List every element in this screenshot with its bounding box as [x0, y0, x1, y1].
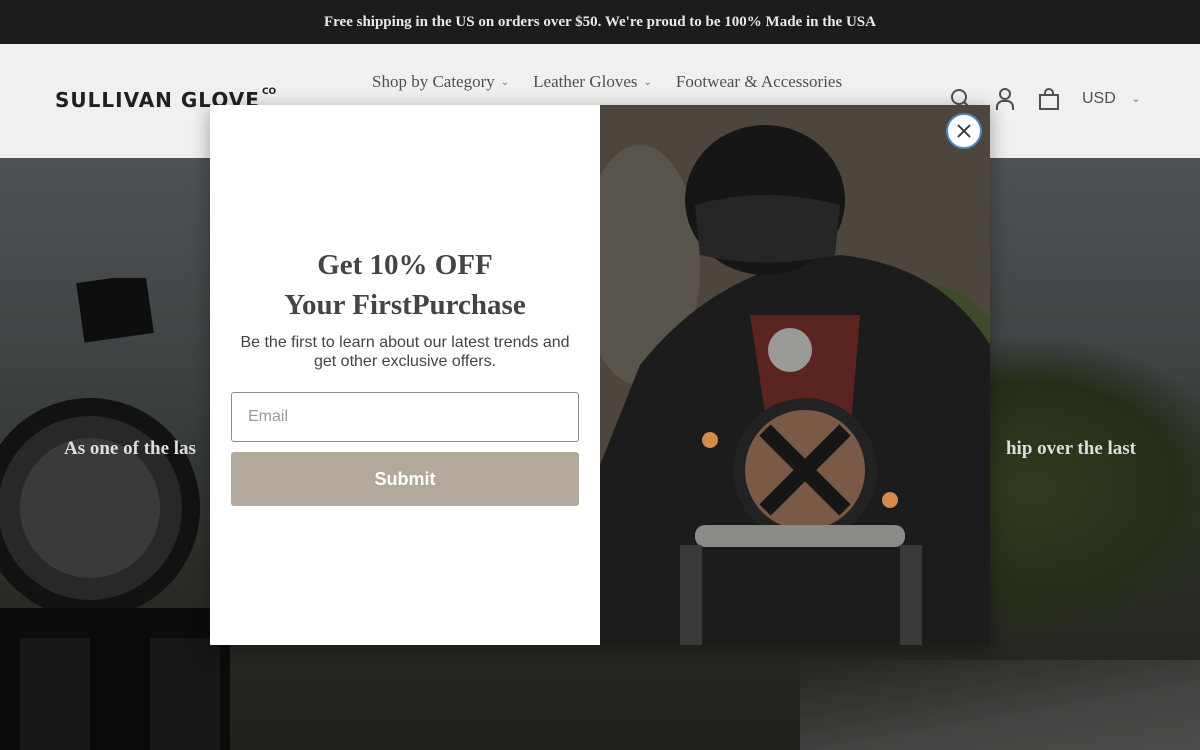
- announcement-bar: Free shipping in the US on orders over $…: [0, 0, 1200, 44]
- announcement-text: Free shipping in the US on orders over $…: [324, 13, 876, 30]
- hero-text-left: As one of the las: [64, 438, 196, 459]
- popup-title-line2: Your FirstPurchase: [284, 289, 526, 321]
- hero-text-right: hip over the last: [1005, 438, 1136, 459]
- submit-button[interactable]: Submit: [231, 452, 579, 506]
- email-field[interactable]: [231, 392, 579, 442]
- close-button[interactable]: [946, 113, 982, 149]
- rider-image: [600, 105, 990, 645]
- popup-title: Get 10% OFF Your FirstPurchase: [210, 245, 600, 325]
- close-icon: [957, 124, 971, 138]
- popup-subtitle: Be the first to learn about our latest t…: [240, 334, 570, 370]
- popup-form-panel: Get 10% OFF Your FirstPurchase Be the fi…: [210, 105, 600, 645]
- discount-popup: Get 10% OFF Your FirstPurchase Be the fi…: [210, 105, 990, 645]
- popup-title-line1: Get 10% OFF: [317, 249, 493, 281]
- popup-image-panel: [600, 105, 990, 645]
